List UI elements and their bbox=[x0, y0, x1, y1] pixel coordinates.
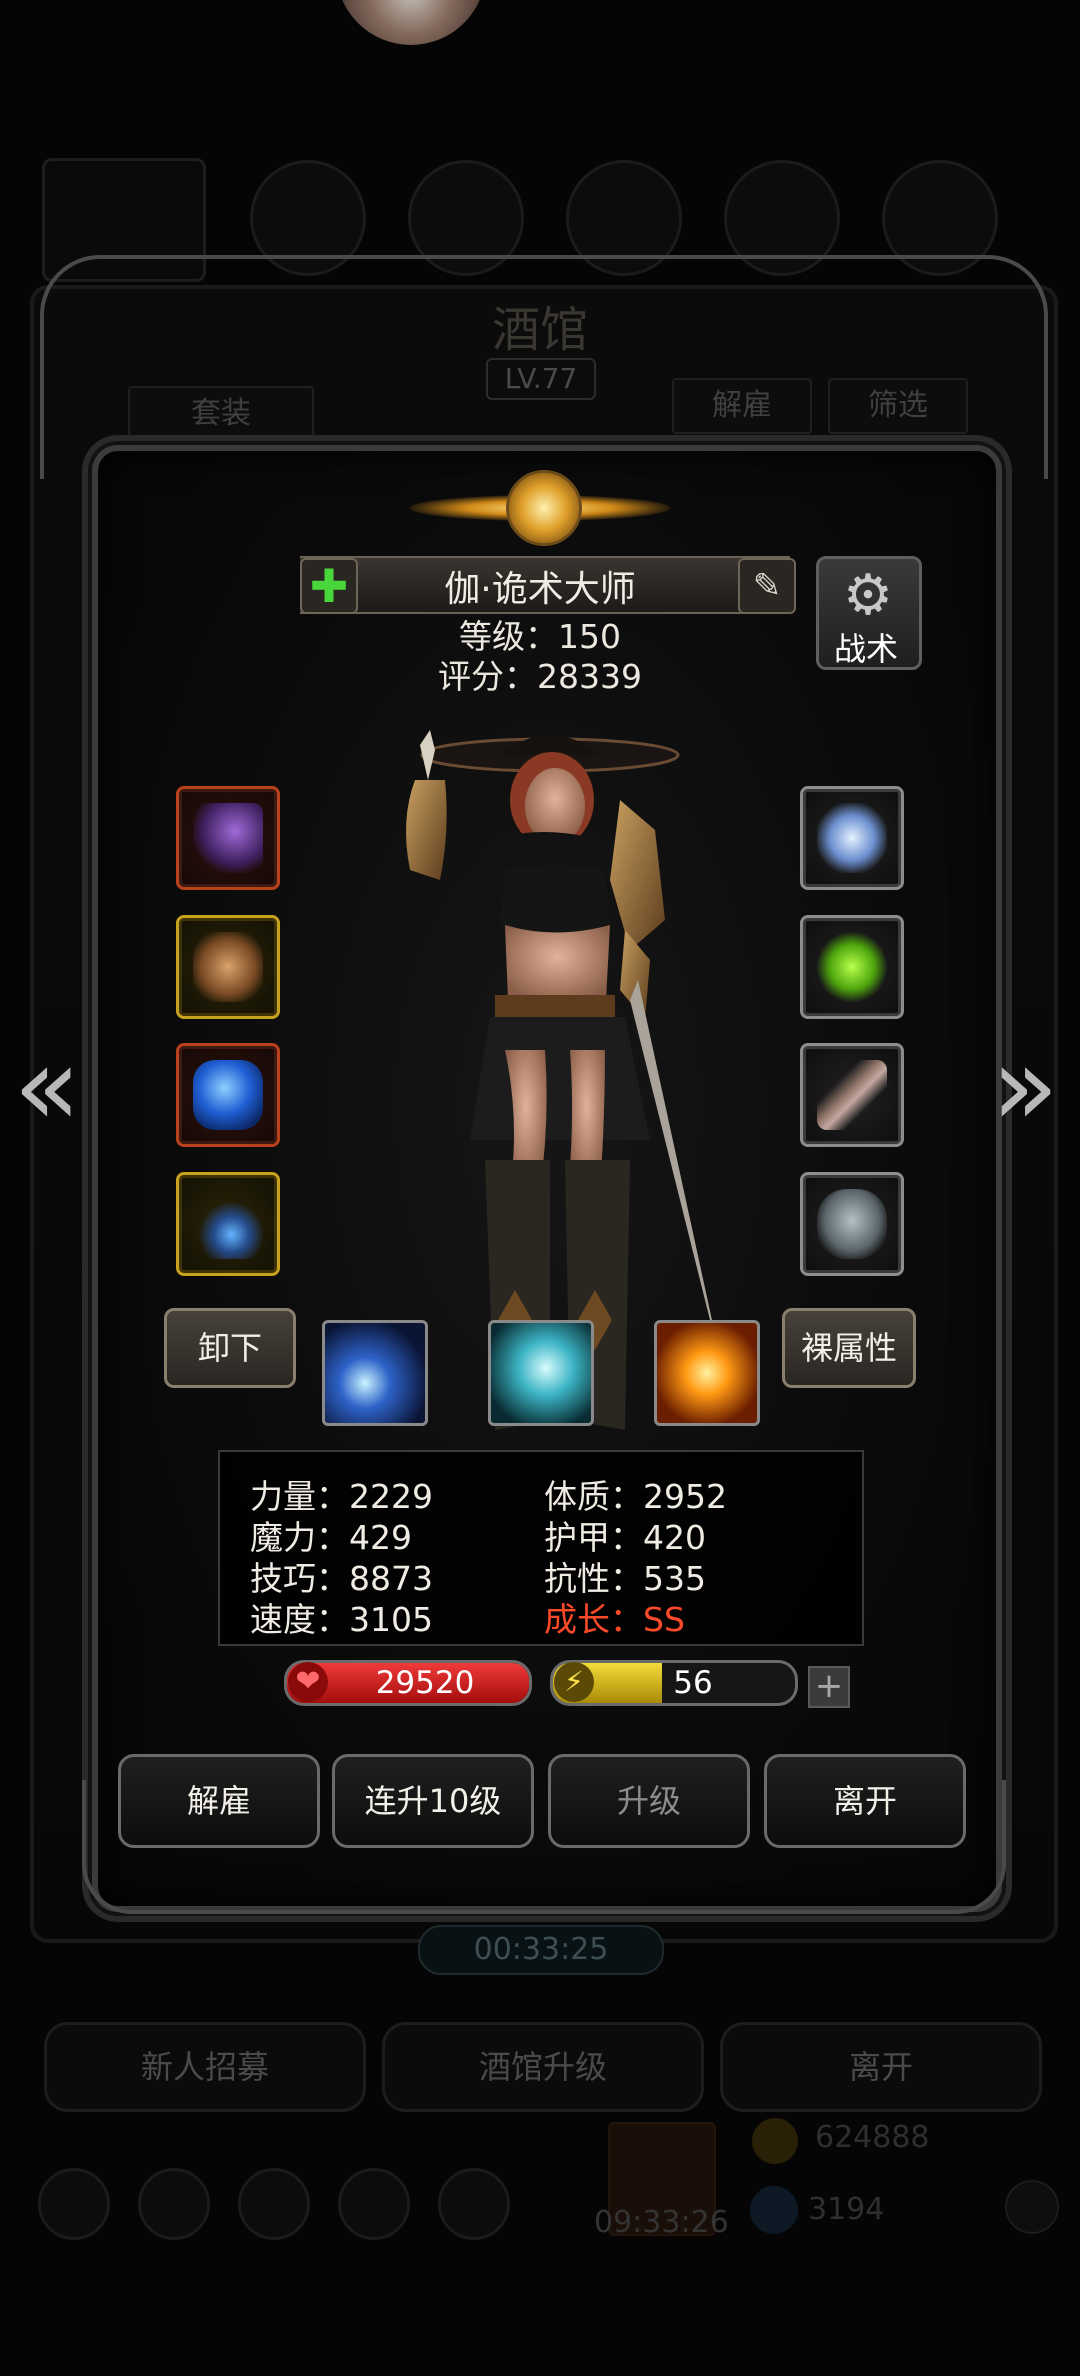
equip-slot-gem[interactable] bbox=[176, 1043, 280, 1147]
ornament-top bbox=[40, 255, 1048, 479]
rename-button[interactable]: ✎ bbox=[738, 558, 796, 614]
equip-slot-crystal[interactable] bbox=[800, 915, 904, 1019]
equip-slot-helmet[interactable] bbox=[800, 786, 904, 890]
leave-button[interactable]: 离开 bbox=[764, 1754, 966, 1848]
mask-icon bbox=[817, 1189, 887, 1259]
previous-hero-arrow-icon[interactable]: « bbox=[12, 1026, 82, 1146]
bottom-nav-icon bbox=[38, 2168, 110, 2240]
whirl-skill-icon[interactable] bbox=[488, 1320, 594, 1426]
equip-slot-armor[interactable] bbox=[176, 915, 280, 1019]
gift-timer: 09:33:26 bbox=[594, 2205, 729, 2240]
hp-value: 29520 bbox=[375, 1665, 475, 1701]
unequip-button[interactable]: 卸下 bbox=[164, 1308, 296, 1388]
pencil-icon: ✎ bbox=[752, 566, 782, 606]
bottom-nav-icon bbox=[238, 2168, 310, 2240]
bottom-nav-icon bbox=[438, 2168, 510, 2240]
stat-speed: 速度：3105 bbox=[250, 1600, 433, 1639]
timer-text: 00:33:25 bbox=[473, 1932, 609, 1967]
energy-value: 56 bbox=[673, 1665, 713, 1701]
feather-icon bbox=[817, 1060, 887, 1130]
heart-icon: ❤ bbox=[288, 1662, 328, 1702]
equip-slot-feather[interactable] bbox=[800, 1043, 904, 1147]
upgrade-10-button[interactable]: 连升10级 bbox=[332, 1754, 534, 1848]
equip-slot-weapon[interactable] bbox=[176, 786, 280, 890]
dismiss-button[interactable]: 解雇 bbox=[118, 1754, 320, 1848]
blue-gem-icon bbox=[193, 1060, 263, 1130]
plus-icon: ✚ bbox=[309, 559, 349, 613]
upgrade-button[interactable]: 升级 bbox=[548, 1754, 750, 1848]
bg-leave-button: 离开 bbox=[720, 2022, 1042, 2112]
next-hero-arrow-icon[interactable]: » bbox=[990, 1026, 1060, 1146]
gem-icon bbox=[750, 2186, 798, 2234]
gear-icon: ⚙ bbox=[842, 563, 894, 628]
recruit-button: 新人招募 bbox=[44, 2022, 366, 2112]
bottom-nav-icon bbox=[338, 2168, 410, 2240]
add-currency-icon bbox=[1005, 2180, 1059, 2234]
gem-value: 3194 bbox=[808, 2192, 885, 2227]
armor-icon bbox=[193, 932, 263, 1002]
gold-value: 624888 bbox=[815, 2120, 930, 2155]
crown-icon bbox=[817, 803, 887, 873]
bg-timer: 00:33:25 bbox=[418, 1925, 664, 1975]
light-beam-skill-icon[interactable] bbox=[322, 1320, 428, 1426]
add-energy-button[interactable]: + bbox=[808, 1666, 850, 1708]
dagger-icon bbox=[193, 803, 263, 873]
bottom-nav-icon bbox=[138, 2168, 210, 2240]
upgrade-tavern-button: 酒馆升级 bbox=[382, 2022, 704, 2112]
base-attributes-button[interactable]: 裸属性 bbox=[782, 1308, 916, 1388]
fire-burst-skill-icon[interactable] bbox=[654, 1320, 760, 1426]
crest-emblem-icon bbox=[506, 470, 582, 546]
hero-score: 评分：28339 bbox=[438, 657, 642, 696]
hero-name: 伽·诡术大师 bbox=[444, 569, 636, 610]
gold-coin-icon bbox=[752, 2118, 798, 2164]
amulet-icon bbox=[193, 1189, 263, 1259]
stat-growth: 成长：SS bbox=[544, 1600, 685, 1639]
lightning-icon: ⚡ bbox=[554, 1662, 594, 1702]
equip-slot-amulet[interactable] bbox=[176, 1172, 280, 1276]
equip-slot-mask[interactable] bbox=[800, 1172, 904, 1276]
green-crystal-icon bbox=[817, 932, 887, 1002]
tactics-label: 战术 bbox=[833, 630, 898, 668]
